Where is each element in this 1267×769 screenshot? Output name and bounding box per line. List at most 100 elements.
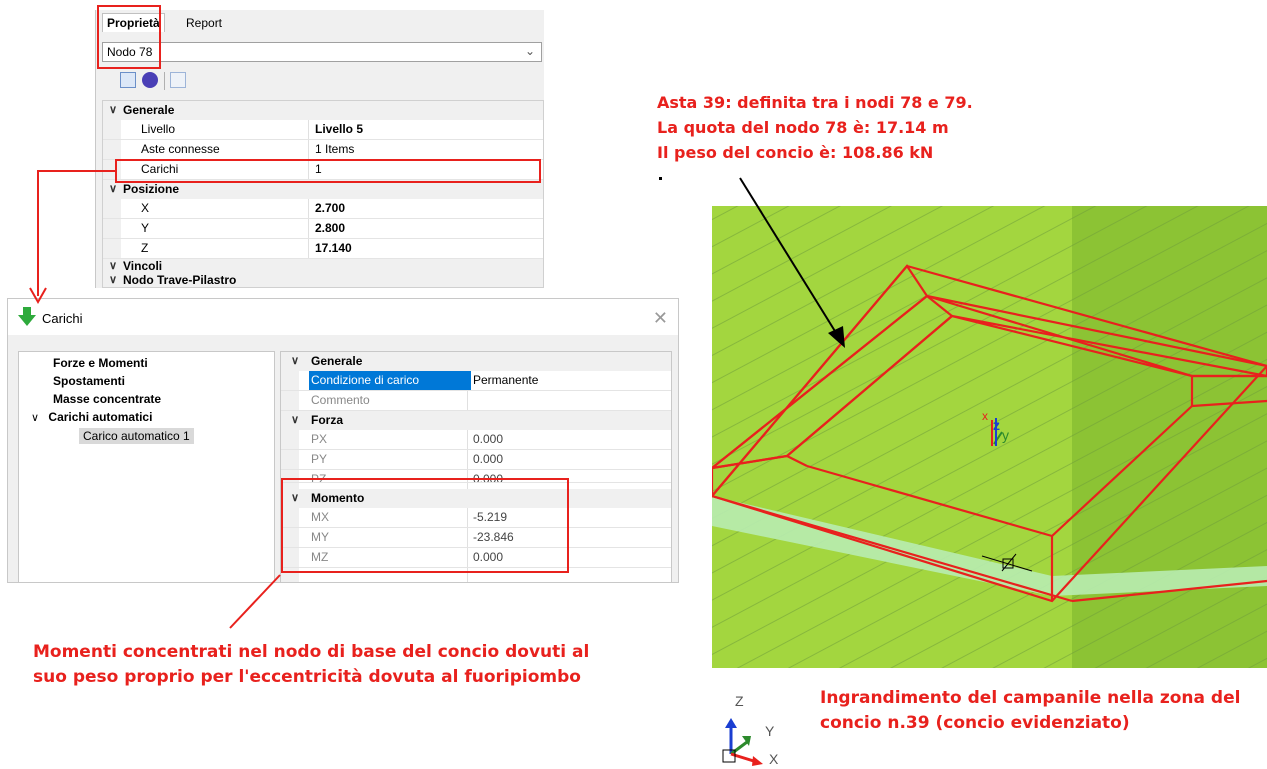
property-row-livello[interactable]: Livello Livello 5 (103, 120, 543, 140)
category-label: Momento (311, 491, 365, 505)
chevron-down-icon: ∨ (31, 412, 40, 424)
property-value: -5.219 (473, 510, 508, 524)
local-axis-z-label: z (993, 417, 1000, 433)
property-row-py[interactable]: PY 0.000 (281, 450, 671, 470)
tree-item-spostamenti[interactable]: Spostamenti (53, 374, 125, 388)
category-nodo-trave-pilastro[interactable]: ∨ Nodo Trave-Pilastro (103, 273, 543, 287)
property-row-pz[interactable]: PZ 0.000 (281, 470, 671, 483)
wall-hatch (712, 206, 1267, 668)
annotation-line: Il peso del concio è: 108.86 kN (657, 143, 934, 162)
chevron-down-icon: ∨ (291, 492, 300, 504)
annotation-line: Asta 39: definita tra i nodi 78 e 79. (657, 93, 973, 112)
tower-render: x z y (712, 206, 1267, 668)
property-key: Commento (311, 393, 370, 407)
property-value: 0.000 (473, 432, 504, 446)
property-grid: ∨ Generale Livello Livello 5 Aste connes… (102, 100, 544, 288)
category-vincoli[interactable]: ∨ Vincoli (103, 259, 543, 273)
property-value: Permanente (473, 373, 539, 387)
tree-item-label: Carichi automatici (48, 410, 153, 424)
gear-icon[interactable] (142, 72, 158, 88)
property-row-mx[interactable]: MX -5.219 (281, 508, 671, 528)
close-icon[interactable]: ✕ (653, 308, 668, 329)
property-value: 17.140 (315, 241, 352, 255)
gizmo-y-label: Y (765, 723, 775, 739)
property-value: 0.000 (473, 452, 504, 466)
property-row-condizione[interactable]: Condizione di carico Permanente (281, 371, 671, 391)
tree-item-forze-momenti[interactable]: Forze e Momenti (53, 356, 148, 370)
property-value: Livello 5 (315, 122, 364, 136)
property-key: Livello (141, 122, 176, 136)
category-forza[interactable]: ∨ Forza (281, 411, 671, 430)
property-pages-icon[interactable] (170, 72, 186, 88)
gizmo-x-label: X (769, 751, 779, 766)
property-key: X (141, 201, 150, 215)
category-label: Forza (311, 413, 344, 427)
property-value: 2.700 (315, 201, 346, 215)
chevron-down-icon: ∨ (109, 274, 118, 286)
property-key: PZ (311, 472, 327, 483)
property-row-px[interactable]: PX 0.000 (281, 430, 671, 450)
chevron-down-icon: ∨ (109, 260, 118, 272)
tab-report[interactable]: Report (182, 14, 226, 32)
property-value: 0.000 (473, 550, 504, 564)
category-generale[interactable]: ∨ Generale (103, 101, 543, 120)
property-key: PY (311, 452, 328, 466)
annotation-line: suo peso proprio per l'eccentricità dovu… (33, 667, 581, 687)
property-row-mz[interactable]: MZ 0.000 (281, 548, 671, 568)
property-key: Z (141, 241, 149, 255)
property-row-carichi[interactable]: Carichi 1 (103, 160, 543, 180)
category-generale[interactable]: ∨ Generale (281, 352, 671, 371)
annotation-ingrandimento: Ingrandimento del campanile nella zona d… (820, 686, 1240, 736)
property-value: 0.000 (473, 472, 504, 483)
property-key: MZ (311, 550, 329, 564)
node-select-value: Nodo 78 (107, 45, 153, 59)
green-down-arrow-icon (18, 307, 36, 326)
property-key: MY (311, 530, 329, 544)
annotation-line: La quota del nodo 78 è: 17.14 m (657, 118, 949, 137)
tree-item-carichi-automatici[interactable]: ∨ Carichi automatici (31, 410, 152, 424)
category-label: Generale (311, 354, 363, 368)
dialog-title: Carichi (42, 311, 83, 326)
property-key: Aste connesse (141, 142, 220, 156)
categorized-view-icon[interactable] (120, 72, 136, 88)
category-posizione[interactable]: ∨ Posizione (103, 180, 543, 199)
gizmo-z-label: Z (735, 693, 744, 709)
property-row-x[interactable]: X 2.700 (103, 199, 543, 219)
property-value: -23.846 (473, 530, 514, 544)
properties-tabs: Proprietà Report (96, 10, 544, 34)
property-row-my[interactable]: MY -23.846 (281, 528, 671, 548)
axes-gizmo-icon: Z Y X (722, 693, 779, 767)
annotation-line: Momenti concentrati nel nodo di base del… (33, 642, 590, 662)
annotation-line: concio n.39 (concio evidenziato) (820, 713, 1130, 733)
chevron-down-icon: ⌄ (524, 44, 535, 58)
category-label: Generale (123, 103, 175, 117)
property-value: 1 (315, 162, 322, 176)
load-property-grid: ∨ Generale Condizione di carico Permanen… (280, 351, 672, 582)
annotation-asta: Asta 39: definita tra i nodi 78 e 79. La… (657, 90, 973, 165)
property-key: Carichi (141, 162, 179, 176)
category-label: Nodo Trave-Pilastro (123, 273, 237, 287)
dialog-titlebar: Carichi ✕ (8, 299, 678, 335)
category-label: Posizione (123, 182, 180, 196)
property-row-aste-connesse[interactable]: Aste connesse 1 Items (103, 140, 543, 160)
carichi-dialog: Carichi ✕ Forze e Momenti Spostamenti Ma… (7, 298, 679, 583)
category-momento[interactable]: ∨ Momento (281, 489, 671, 508)
property-row-y[interactable]: Y 2.800 (103, 219, 543, 239)
global-axes-gizmo: Z Y X (717, 684, 797, 767)
tree-item-masse-concentrate[interactable]: Masse concentrate (53, 392, 161, 406)
property-key: Condizione di carico (309, 371, 471, 390)
tower-3d-view[interactable]: x z y (712, 206, 1267, 668)
property-value: 1 Items (315, 142, 355, 156)
tree-item-carico-automatico-1[interactable]: Carico automatico 1 (79, 428, 194, 444)
node-select[interactable]: Nodo 78 ⌄ (102, 42, 542, 62)
properties-panel: Proprietà Report Nodo 78 ⌄ ∨ Generale Li… (95, 10, 544, 288)
annotation-momenti: Momenti concentrati nel nodo di base del… (33, 640, 589, 690)
chevron-down-icon: ∨ (109, 183, 118, 195)
property-row-z[interactable]: Z 17.140 (103, 239, 543, 259)
local-axis-x-label: x (982, 409, 988, 423)
property-row-commento[interactable]: Commento (281, 391, 671, 411)
loads-tree: Forze e Momenti Spostamenti Masse concen… (18, 351, 275, 582)
tab-proprieta[interactable]: Proprietà (102, 13, 165, 32)
toolbar-divider (164, 72, 165, 90)
property-value: 2.800 (315, 221, 346, 235)
